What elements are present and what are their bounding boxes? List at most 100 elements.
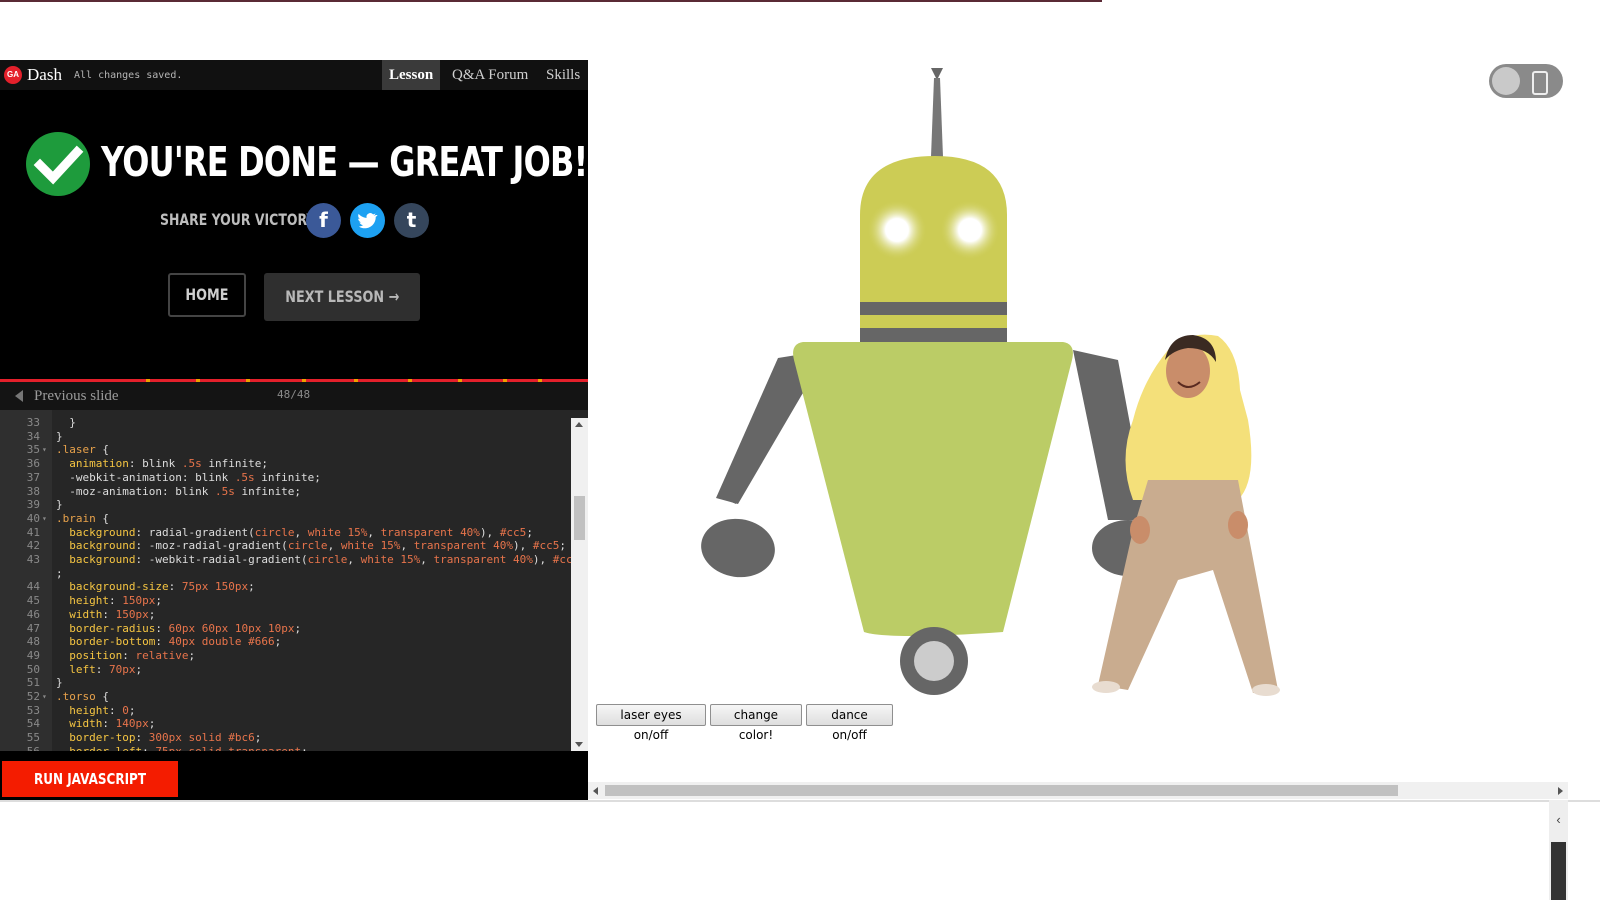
editor-scrollbar[interactable] xyxy=(571,418,588,751)
code-text[interactable]: border-top: 300px solid #bc6; xyxy=(56,731,261,745)
code-text[interactable]: background: -webkit-radial-gradient(circ… xyxy=(56,553,579,567)
side-scroll-thumb[interactable] xyxy=(1551,842,1566,900)
line-number: 36 xyxy=(26,457,40,471)
tumblr-icon[interactable]: t xyxy=(394,203,429,238)
code-text[interactable]: width: 140px; xyxy=(56,717,155,731)
code-text[interactable]: left: 70px; xyxy=(56,663,142,677)
code-text[interactable]: background: -moz-radial-gradient(circle,… xyxy=(56,539,566,553)
change-color-button[interactable]: change color! xyxy=(710,704,802,742)
code-line[interactable]: 53 height: 0; xyxy=(0,704,570,718)
code-line[interactable]: 35 ▾ .laser { xyxy=(0,443,570,457)
code-line[interactable]: 44 background-size: 75px 150px; xyxy=(0,580,570,594)
robot-torso xyxy=(793,342,1073,636)
code-line[interactable]: ; xyxy=(0,567,570,581)
tab-skills[interactable]: Skills xyxy=(539,60,587,90)
line-number: 50 xyxy=(26,662,40,676)
code-line[interactable]: 37 -webkit-animation: blink .5s infinite… xyxy=(0,471,570,485)
code-line[interactable]: 40 ▾ .brain { xyxy=(0,512,570,526)
code-text[interactable]: border-bottom: 40px double #666; xyxy=(56,635,281,649)
code-line[interactable]: 51} xyxy=(0,676,570,690)
chevron-left-icon[interactable]: ‹ xyxy=(1549,812,1568,827)
code-text[interactable]: } xyxy=(56,498,63,512)
code-line[interactable]: 34} xyxy=(0,430,570,444)
save-status: All changes saved. xyxy=(74,70,183,81)
code-text[interactable]: ; xyxy=(56,567,63,581)
fold-icon[interactable]: ▾ xyxy=(42,443,47,457)
fold-icon[interactable]: ▾ xyxy=(42,690,47,704)
code-line[interactable]: 45 height: 150px; xyxy=(0,594,570,608)
line-number: 35 xyxy=(26,443,40,457)
code-text[interactable]: height: 0; xyxy=(56,704,135,718)
antenna xyxy=(931,78,943,157)
share-label: SHARE YOUR VICTORY: xyxy=(160,210,320,229)
code-line[interactable]: 48 border-bottom: 40px double #666; xyxy=(0,635,570,649)
ga-logo[interactable]: GA xyxy=(4,66,22,84)
top-border-line xyxy=(0,0,1102,2)
code-line[interactable]: 33 } xyxy=(0,416,570,430)
tab-lesson[interactable]: Lesson xyxy=(382,60,441,90)
run-javascript-button[interactable]: RUN JAVASCRIPT xyxy=(2,761,178,797)
previous-slide-link[interactable]: Previous slide xyxy=(34,388,119,405)
code-text[interactable]: position: relative; xyxy=(56,649,195,663)
line-number: 51 xyxy=(26,676,40,690)
code-line[interactable]: 42 background: -moz-radial-gradient(circ… xyxy=(0,539,570,553)
code-line[interactable]: 36 animation: blink .5s infinite; xyxy=(0,457,570,471)
line-number: 42 xyxy=(26,539,40,553)
code-line[interactable]: 46 width: 150px; xyxy=(0,608,570,622)
dance-toggle-button[interactable]: dance on/off xyxy=(806,704,893,742)
code-text[interactable]: .laser { xyxy=(56,443,109,457)
home-button[interactable]: HOME xyxy=(168,273,246,317)
code-text[interactable]: background: radial-gradient(circle, whit… xyxy=(56,526,533,540)
code-text[interactable]: height: 150px; xyxy=(56,594,162,608)
code-text[interactable]: width: 150px; xyxy=(56,608,155,622)
completion-title: YOU'RE DONE — GREAT JOB! xyxy=(101,138,588,186)
next-lesson-button[interactable]: NEXT LESSON → xyxy=(264,273,420,321)
code-editor[interactable]: 33 } 34} 35 ▾ .laser {36 animation: blink .5… xyxy=(0,410,588,751)
top-nav: GA Dash All changes saved. Lesson Q&A Fo… xyxy=(0,60,588,90)
code-line[interactable]: 47 border-radius: 60px 60px 10px 10px; xyxy=(0,622,570,636)
code-text[interactable]: border-radius: 60px 60px 10px 10px; xyxy=(56,622,301,636)
scroll-right-icon[interactable] xyxy=(1558,787,1563,795)
code-line[interactable]: 49 position: relative; xyxy=(0,649,570,663)
code-line[interactable]: 41 background: radial-gradient(circle, w… xyxy=(0,526,570,540)
run-bar: RUN JAVASCRIPT xyxy=(0,751,588,800)
twitter-icon[interactable] xyxy=(350,203,385,238)
code-line[interactable]: 38 -moz-animation: blink .5s infinite; xyxy=(0,485,570,499)
scroll-up-icon[interactable] xyxy=(575,422,583,427)
bottom-panel xyxy=(0,800,1600,902)
code-text[interactable]: -moz-animation: blink .5s infinite; xyxy=(56,485,301,499)
line-number: 54 xyxy=(26,717,40,731)
chevron-left-icon[interactable] xyxy=(15,390,23,402)
fold-icon[interactable]: ▾ xyxy=(42,512,47,526)
code-line[interactable]: 50 left: 70px; xyxy=(0,663,570,677)
preview-scroll-thumb[interactable] xyxy=(605,785,1398,796)
laser-eyes-toggle-button[interactable]: laser eyes on/off xyxy=(596,704,706,742)
line-number: 52 xyxy=(26,690,40,703)
code-text[interactable]: .torso { xyxy=(56,690,109,704)
scroll-left-icon[interactable] xyxy=(593,787,598,795)
side-panel-handle[interactable]: ‹ xyxy=(1549,800,1568,900)
code-text[interactable]: } xyxy=(56,416,76,430)
code-line[interactable]: 43 background: -webkit-radial-gradient(c… xyxy=(0,553,580,567)
slide-counter: 48/48 xyxy=(277,388,311,401)
line-number: 48 xyxy=(26,635,40,649)
tab-qa-forum[interactable]: Q&A Forum xyxy=(445,60,535,90)
line-number: 39 xyxy=(26,498,40,512)
code-line[interactable]: 55 border-top: 300px solid #bc6; xyxy=(0,731,570,745)
code-text[interactable]: -webkit-animation: blink .5s infinite; xyxy=(56,471,321,485)
code-text[interactable]: background-size: 75px 150px; xyxy=(56,580,254,594)
app-name[interactable]: Dash xyxy=(27,65,62,85)
code-line[interactable]: 39} xyxy=(0,498,570,512)
code-line[interactable]: 52 ▾ .torso { xyxy=(0,690,570,704)
facebook-icon[interactable]: f xyxy=(306,203,341,238)
left-hand xyxy=(701,518,775,578)
code-text[interactable]: } xyxy=(56,430,63,444)
code-text[interactable]: .brain { xyxy=(56,512,109,526)
editor-scroll-thumb[interactable] xyxy=(574,496,585,540)
scroll-down-icon[interactable] xyxy=(575,742,583,747)
wheel-hub xyxy=(914,641,954,681)
code-text[interactable]: animation: blink .5s infinite; xyxy=(56,457,268,471)
code-text[interactable]: } xyxy=(56,676,63,690)
preview-horizontal-scrollbar[interactable] xyxy=(588,782,1568,799)
code-line[interactable]: 54 width: 140px; xyxy=(0,717,570,731)
